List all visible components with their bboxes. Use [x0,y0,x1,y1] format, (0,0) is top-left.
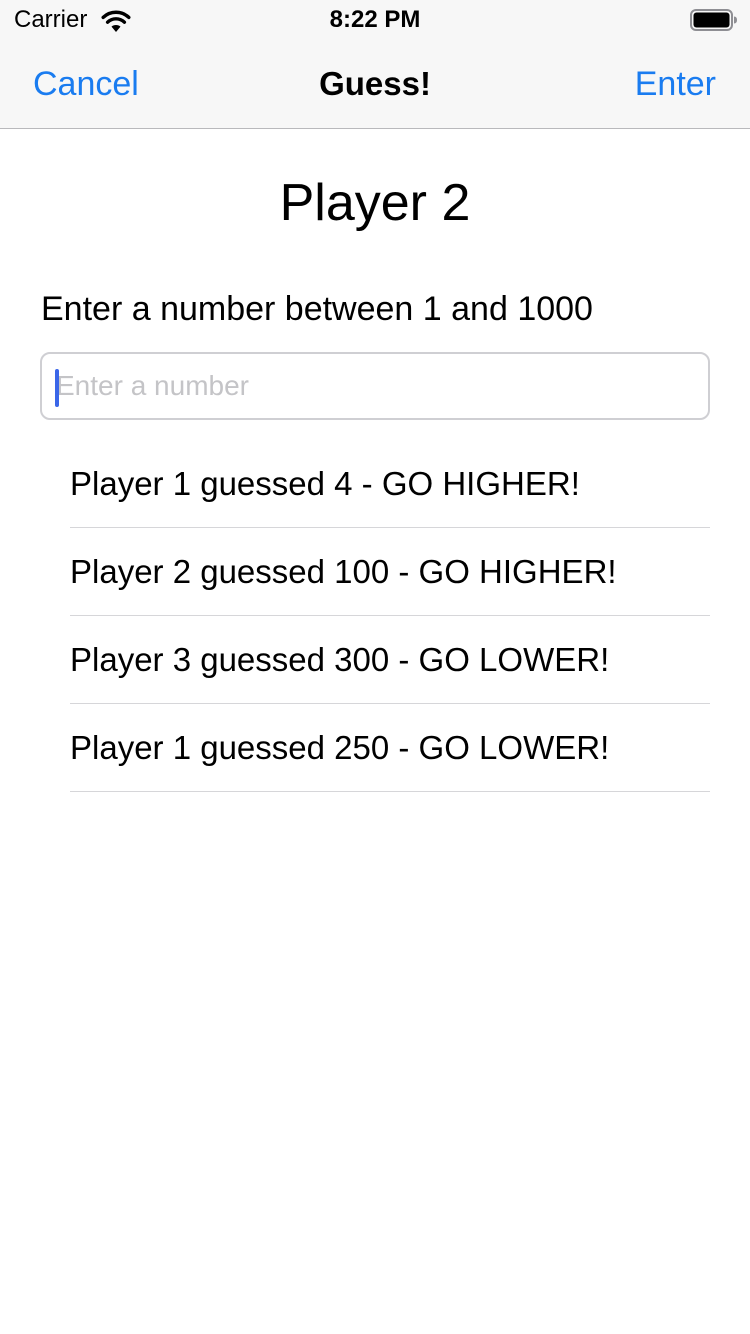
prompt-label: Enter a number between 1 and 1000 [41,290,593,328]
status-time: 8:22 PM [329,6,421,33]
guess-input-field[interactable] [40,352,710,420]
history-item: Player 1 guessed 4 - GO HIGHER! [70,440,710,528]
enter-button[interactable]: Enter [635,64,716,104]
navigation-bar: Cancel Guess! Enter [0,40,750,128]
guess-input[interactable] [42,354,708,418]
battery-icon [690,9,737,31]
text-cursor [55,369,59,407]
status-bar: Carrier 8:22 PM [0,0,750,40]
guess-history-list: Player 1 guessed 4 - GO HIGHER! Player 2… [70,440,710,792]
history-item: Player 3 guessed 300 - GO LOWER! [70,616,710,704]
top-bar: Carrier 8:22 PM Cancel Guess! Enter [0,0,750,129]
player-title: Player 2 [279,174,471,232]
history-item: Player 1 guessed 250 - GO LOWER! [70,704,710,792]
guess-screen: Carrier 8:22 PM Cancel Guess! Enter Play… [0,0,750,1334]
history-item: Player 2 guessed 100 - GO HIGHER! [70,528,710,616]
